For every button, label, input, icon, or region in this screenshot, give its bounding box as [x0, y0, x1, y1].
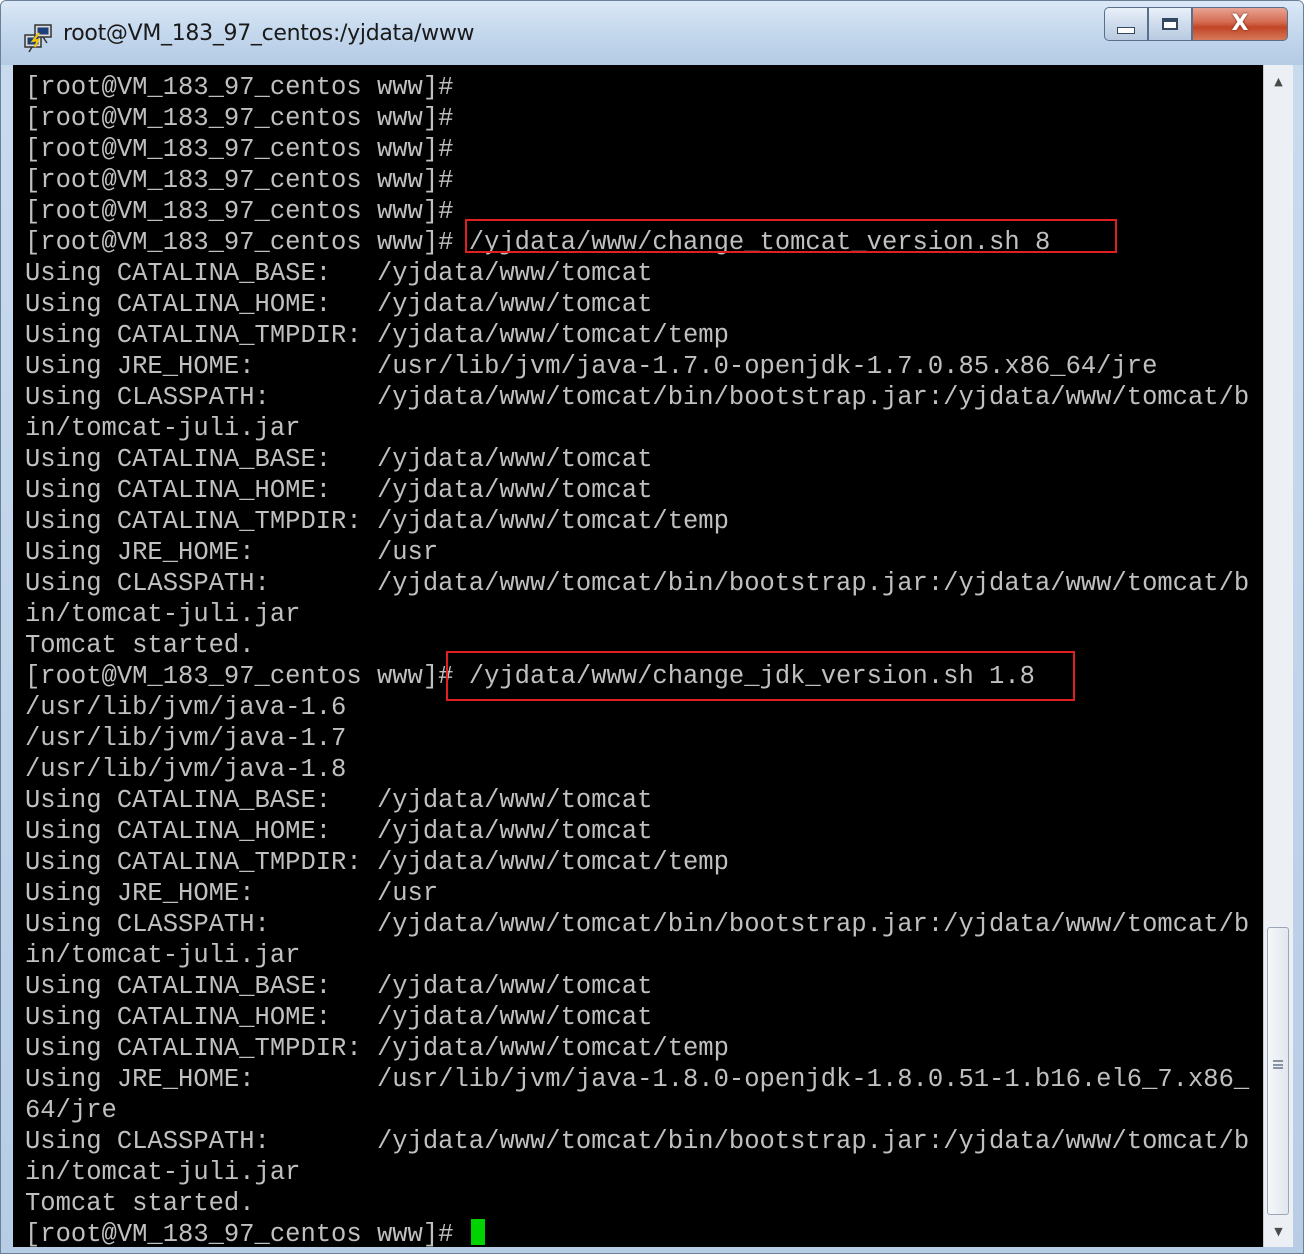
scroll-up-arrow-icon[interactable]: ▲: [1264, 67, 1293, 95]
terminal-line-output: Using CATALINA_TMPDIR: /yjdata/www/tomca…: [25, 1034, 729, 1063]
maximize-icon: [1162, 18, 1178, 30]
terminal-line-output: Using CLASSPATH: /yjdata/www/tomcat/bin/…: [25, 383, 1250, 412]
terminal-line-output: Using CATALINA_HOME: /yjdata/www/tomcat: [25, 476, 653, 505]
terminal-line-output: Using CATALINA_TMPDIR: /yjdata/www/tomca…: [25, 321, 729, 350]
maximize-button[interactable]: [1148, 7, 1192, 41]
terminal-line-output: Using CATALINA_HOME: /yjdata/www/tomcat: [25, 1003, 653, 1032]
grip-icon: [1273, 1060, 1283, 1069]
terminal-line-output: Using CLASSPATH: /yjdata/www/tomcat/bin/…: [25, 569, 1250, 598]
scrollbar-thumb[interactable]: [1267, 927, 1289, 1215]
window-title: root@VM_183_97_centos:/yjdata/www: [63, 21, 475, 46]
terminal-line-output: /usr/lib/jvm/java-1.7: [25, 724, 347, 753]
vertical-scrollbar[interactable]: ▲ ▼: [1263, 65, 1293, 1247]
window-bottom-border: [1, 1247, 1303, 1253]
terminal-line-output: Tomcat started.: [25, 1189, 255, 1218]
terminal-line-output: Using CATALINA_HOME: /yjdata/www/tomcat: [25, 290, 653, 319]
minimize-icon: [1117, 26, 1135, 34]
terminal-line-output: in/tomcat-juli.jar: [25, 600, 301, 629]
terminal-line-output: Using JRE_HOME: /usr: [25, 879, 439, 908]
terminal-cursor: [470, 1219, 485, 1245]
minimize-button[interactable]: [1104, 7, 1148, 41]
terminal-output-area[interactable]: [root@VM_183_97_centos www]# [root@VM_18…: [13, 65, 1263, 1247]
title-bar[interactable]: root@VM_183_97_centos:/yjdata/www X: [1, 1, 1303, 65]
terminal-line-prompt: [root@VM_183_97_centos www]#: [25, 104, 454, 133]
terminal-line-output: 64/jre: [25, 1096, 117, 1125]
terminal-line-output: Using CATALINA_TMPDIR: /yjdata/www/tomca…: [25, 507, 729, 536]
terminal-line-output: /usr/lib/jvm/java-1.8: [25, 755, 347, 784]
terminal-line-output: in/tomcat-juli.jar: [25, 1158, 301, 1187]
terminal-line-output: Using CATALINA_BASE: /yjdata/www/tomcat: [25, 445, 653, 474]
terminal-line-output: Using JRE_HOME: /usr: [25, 538, 439, 567]
terminal-line-prompt: [root@VM_183_97_centos www]#: [25, 73, 454, 102]
scroll-down-arrow-icon[interactable]: ▼: [1264, 1217, 1293, 1245]
terminal-line-output: Using JRE_HOME: /usr/lib/jvm/java-1.8.0-…: [25, 1065, 1250, 1094]
terminal-line-output: in/tomcat-juli.jar: [25, 941, 301, 970]
terminal-line-output: in/tomcat-juli.jar: [25, 414, 301, 443]
putty-terminal-icon: [24, 24, 52, 53]
terminal-line-output: Using CATALINA_BASE: /yjdata/www/tomcat: [25, 786, 653, 815]
terminal-line-output: Using CLASSPATH: /yjdata/www/tomcat/bin/…: [25, 1127, 1250, 1156]
terminal-line-output: Using CATALINA_HOME: /yjdata/www/tomcat: [25, 817, 653, 846]
prompt-text: [root@VM_183_97_centos www]#: [25, 1220, 469, 1247]
command-highlight-box-jdk: [446, 651, 1075, 701]
terminal-line-output: Using JRE_HOME: /usr/lib/jvm/java-1.7.0-…: [25, 352, 1158, 381]
terminal-line-prompt: [root@VM_183_97_centos www]#: [25, 135, 454, 164]
terminal-current-prompt[interactable]: [root@VM_183_97_centos www]#: [25, 1219, 1249, 1247]
terminal-line-output: Using CATALINA_TMPDIR: /yjdata/www/tomca…: [25, 848, 729, 877]
terminal-line-output: Using CLASSPATH: /yjdata/www/tomcat/bin/…: [25, 910, 1250, 939]
terminal-line-output: Using CATALINA_BASE: /yjdata/www/tomcat: [25, 972, 653, 1001]
command-highlight-box-tomcat: [465, 219, 1117, 253]
terminal-line-output: Using CATALINA_BASE: /yjdata/www/tomcat: [25, 259, 653, 288]
terminal-line-prompt: [root@VM_183_97_centos www]#: [25, 166, 454, 195]
close-icon: X: [1231, 11, 1249, 36]
terminal-window: root@VM_183_97_centos:/yjdata/www X [roo…: [0, 0, 1304, 1254]
close-button[interactable]: X: [1192, 7, 1288, 41]
